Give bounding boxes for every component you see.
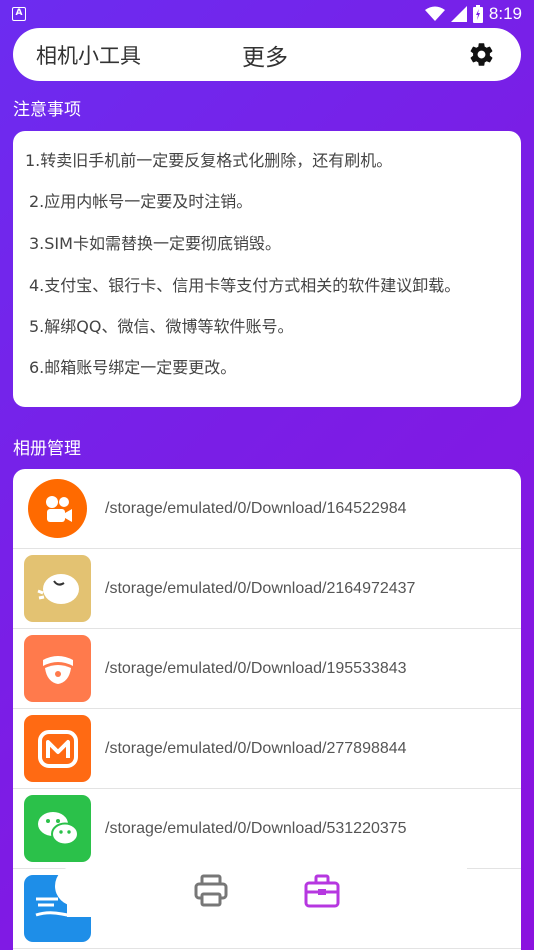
chick-app-icon	[24, 555, 91, 622]
album-row[interactable]: /storage/emulated/0/Download/277898844	[13, 709, 521, 789]
notice-heading: 注意事项	[13, 100, 81, 120]
notice-line: 4.支付宝、银行卡、信用卡等支付方式相关的软件建议卸载。	[29, 276, 461, 295]
album-row[interactable]: /storage/emulated/0/Download/2164972437	[13, 549, 521, 629]
album-path: /storage/emulated/0/Download/277898844	[105, 739, 407, 757]
wechat-icon	[24, 795, 91, 862]
album-path: /storage/emulated/0/Download/195533843	[105, 659, 407, 677]
notice-line: 2.应用内帐号一定要及时注销。	[29, 192, 253, 211]
page-title: 更多	[242, 44, 288, 71]
notice-line: 3.SIM卡如需替换一定要彻底销毁。	[29, 234, 281, 253]
toolbox-icon[interactable]	[304, 873, 340, 909]
gear-icon[interactable]	[468, 41, 495, 68]
wifi-icon	[424, 6, 445, 21]
kuaishou-icon	[28, 479, 87, 538]
album-row[interactable]: /storage/emulated/0/Download/164522984	[13, 469, 521, 549]
album-path: /storage/emulated/0/Download/164522984	[105, 499, 407, 517]
notice-line: 1.转卖旧手机前一定要反复格式化删除，还有刷机。	[25, 151, 393, 170]
hand-app-icon	[24, 635, 91, 702]
printer-icon[interactable]	[193, 873, 229, 909]
mango-tv-icon	[24, 715, 91, 782]
bottom-nav	[67, 865, 467, 917]
signal-icon	[450, 6, 467, 22]
status-bar: A 8:19	[0, 0, 534, 28]
album-path: /storage/emulated/0/Download/2164972437	[105, 579, 416, 597]
app-title: 相机小工具	[36, 43, 141, 68]
notice-line: 5.解绑QQ、微信、微博等软件账号。	[29, 317, 294, 336]
notice-card: 1.转卖旧手机前一定要反复格式化删除，还有刷机。 2.应用内帐号一定要及时注销。…	[13, 131, 521, 407]
battery-icon	[472, 5, 483, 23]
notification-app-icon: A	[12, 7, 26, 21]
album-row[interactable]: /storage/emulated/0/Download/195533843	[13, 629, 521, 709]
album-row[interactable]: /storage/emulated/0/Download/531220375	[13, 789, 521, 869]
album-path: /storage/emulated/0/Download/531220375	[105, 819, 407, 837]
album-heading: 相册管理	[13, 439, 81, 459]
status-time: 8:19	[488, 4, 522, 23]
notice-line: 6.邮箱账号绑定一定要更改。	[29, 358, 237, 377]
top-app-bar: 相机小工具 更多	[13, 28, 521, 81]
